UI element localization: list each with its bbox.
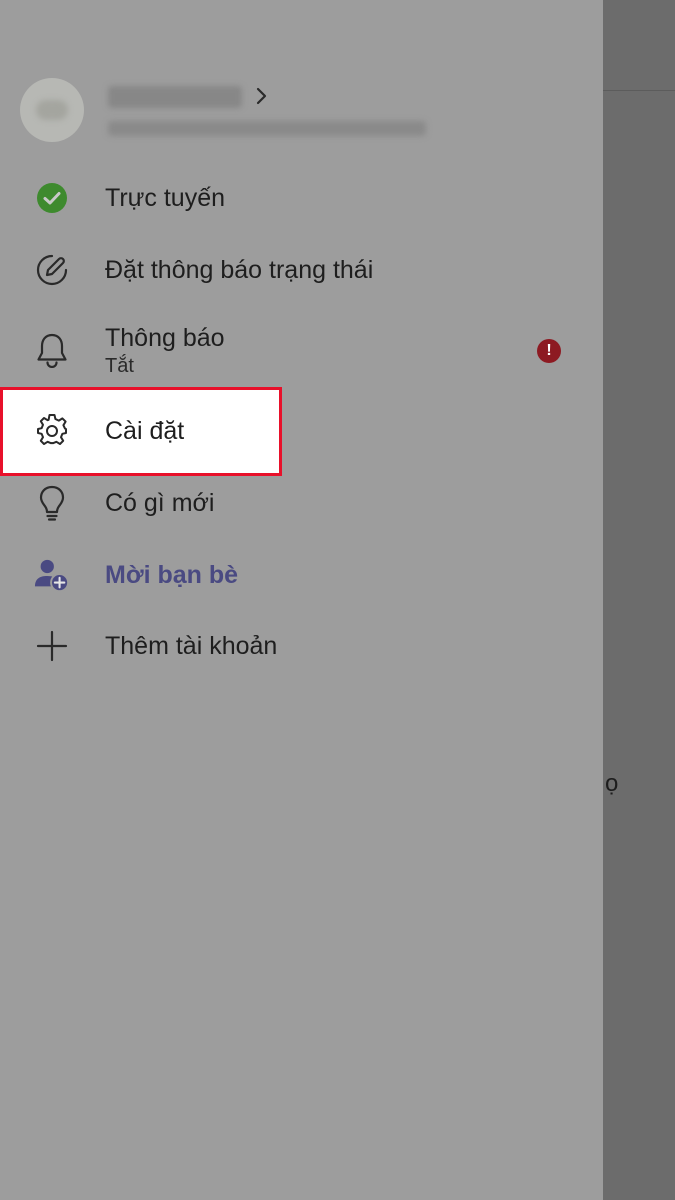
edit-status-icon	[34, 252, 70, 288]
menu-label-invite-friends: Mời bạn bè	[105, 561, 239, 589]
avatar[interactable]	[20, 78, 84, 142]
background-divider	[603, 90, 675, 91]
menu-label-online: Trực tuyến	[105, 184, 226, 212]
menu-label-whats-new: Có gì mới	[105, 489, 215, 517]
menu-item-settings[interactable]: Cài đặt	[0, 395, 603, 467]
menu-item-whats-new[interactable]: Có gì mới	[0, 467, 603, 539]
profile-name-blurred	[108, 86, 242, 108]
menu-label-set-status: Đặt thông báo trạng thái	[105, 256, 374, 284]
background-screen: ọ	[603, 0, 675, 1200]
menu-label-notifications: Thông báo	[105, 324, 225, 352]
profile-header[interactable]	[0, 0, 603, 160]
menu-label-add-account: Thêm tài khoản	[105, 632, 278, 660]
notifications-status-text: Tắt	[105, 355, 134, 377]
side-drawer: Trực tuyến Đặt thông báo trạng thái Thôn…	[0, 0, 603, 1200]
bell-icon	[34, 332, 70, 368]
plus-icon	[34, 628, 70, 664]
lightbulb-icon	[34, 485, 70, 521]
avatar-initials-blurred	[36, 100, 68, 120]
menu-label-settings: Cài đặt	[105, 417, 185, 445]
background-partial-text: ọ	[605, 770, 619, 797]
check-circle-icon	[34, 180, 70, 216]
menu-item-add-account[interactable]: Thêm tài khoản	[0, 610, 603, 682]
menu-item-set-status-message[interactable]: Đặt thông báo trạng thái	[0, 234, 603, 306]
menu-item-online-status[interactable]: Trực tuyến	[0, 162, 603, 234]
chevron-right-icon[interactable]	[252, 84, 272, 108]
gear-icon	[34, 413, 70, 449]
menu-item-notifications[interactable]: Thông báo Tắt	[0, 310, 603, 386]
person-add-icon	[34, 557, 70, 593]
menu-item-invite-friends[interactable]: Mời bạn bè	[0, 539, 603, 611]
profile-email-blurred	[108, 121, 426, 136]
notifications-warning-badge: !	[537, 339, 561, 363]
